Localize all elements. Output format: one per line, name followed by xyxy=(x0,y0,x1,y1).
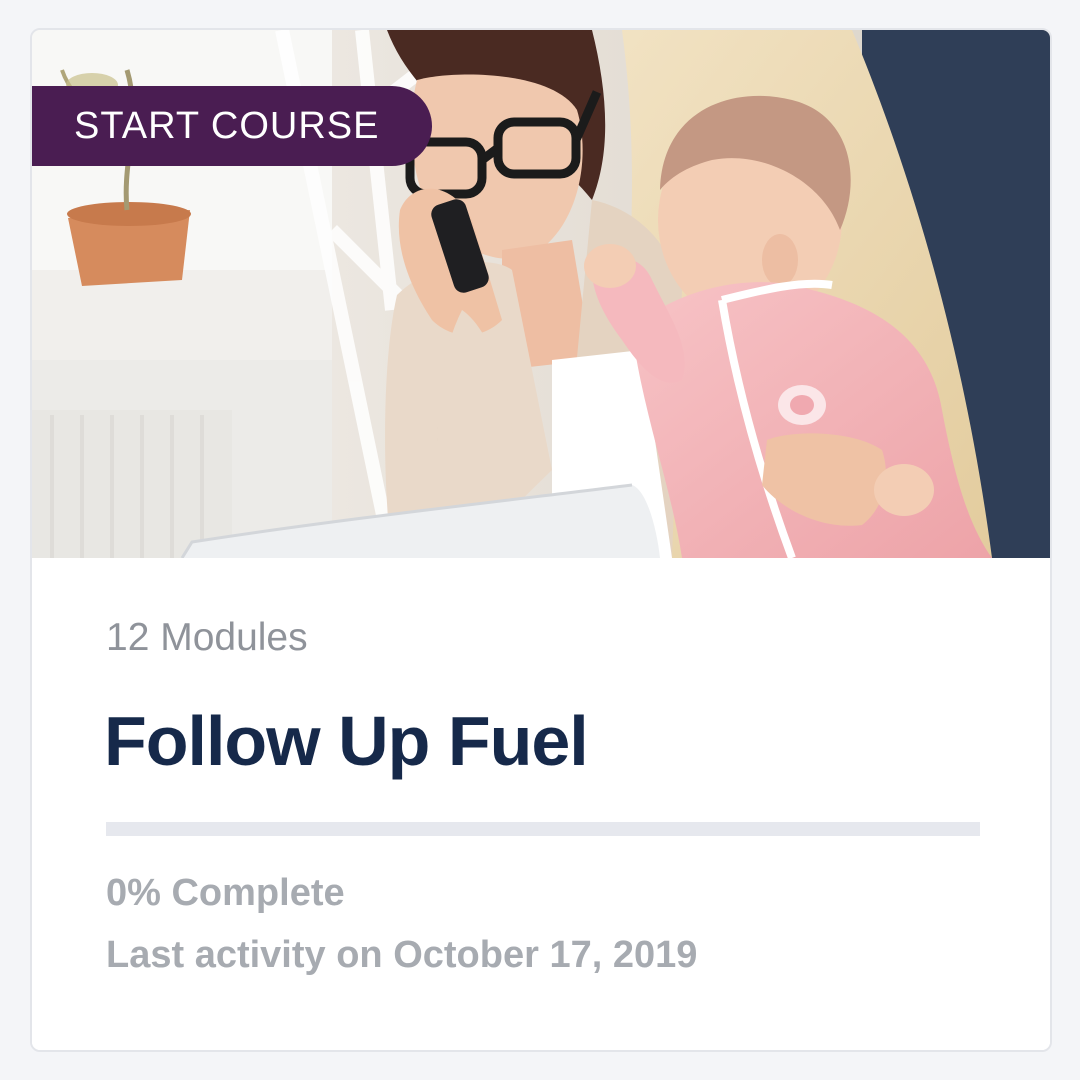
course-card[interactable]: START COURSE 12 Modules Follow Up Fuel 0… xyxy=(30,28,1052,1052)
radiator xyxy=(32,410,232,558)
progress-bar xyxy=(106,822,980,836)
progress-text: 0% Complete xyxy=(106,872,345,914)
modules-count: 12 Modules xyxy=(106,616,308,659)
last-activity-text: Last activity on October 17, 2019 xyxy=(106,934,698,976)
course-card-body: 12 Modules Follow Up Fuel 0% Complete La… xyxy=(32,558,1050,1050)
course-title[interactable]: Follow Up Fuel xyxy=(104,701,589,781)
course-cover-image[interactable]: START COURSE xyxy=(32,30,1050,558)
start-course-badge[interactable]: START COURSE xyxy=(32,86,432,166)
